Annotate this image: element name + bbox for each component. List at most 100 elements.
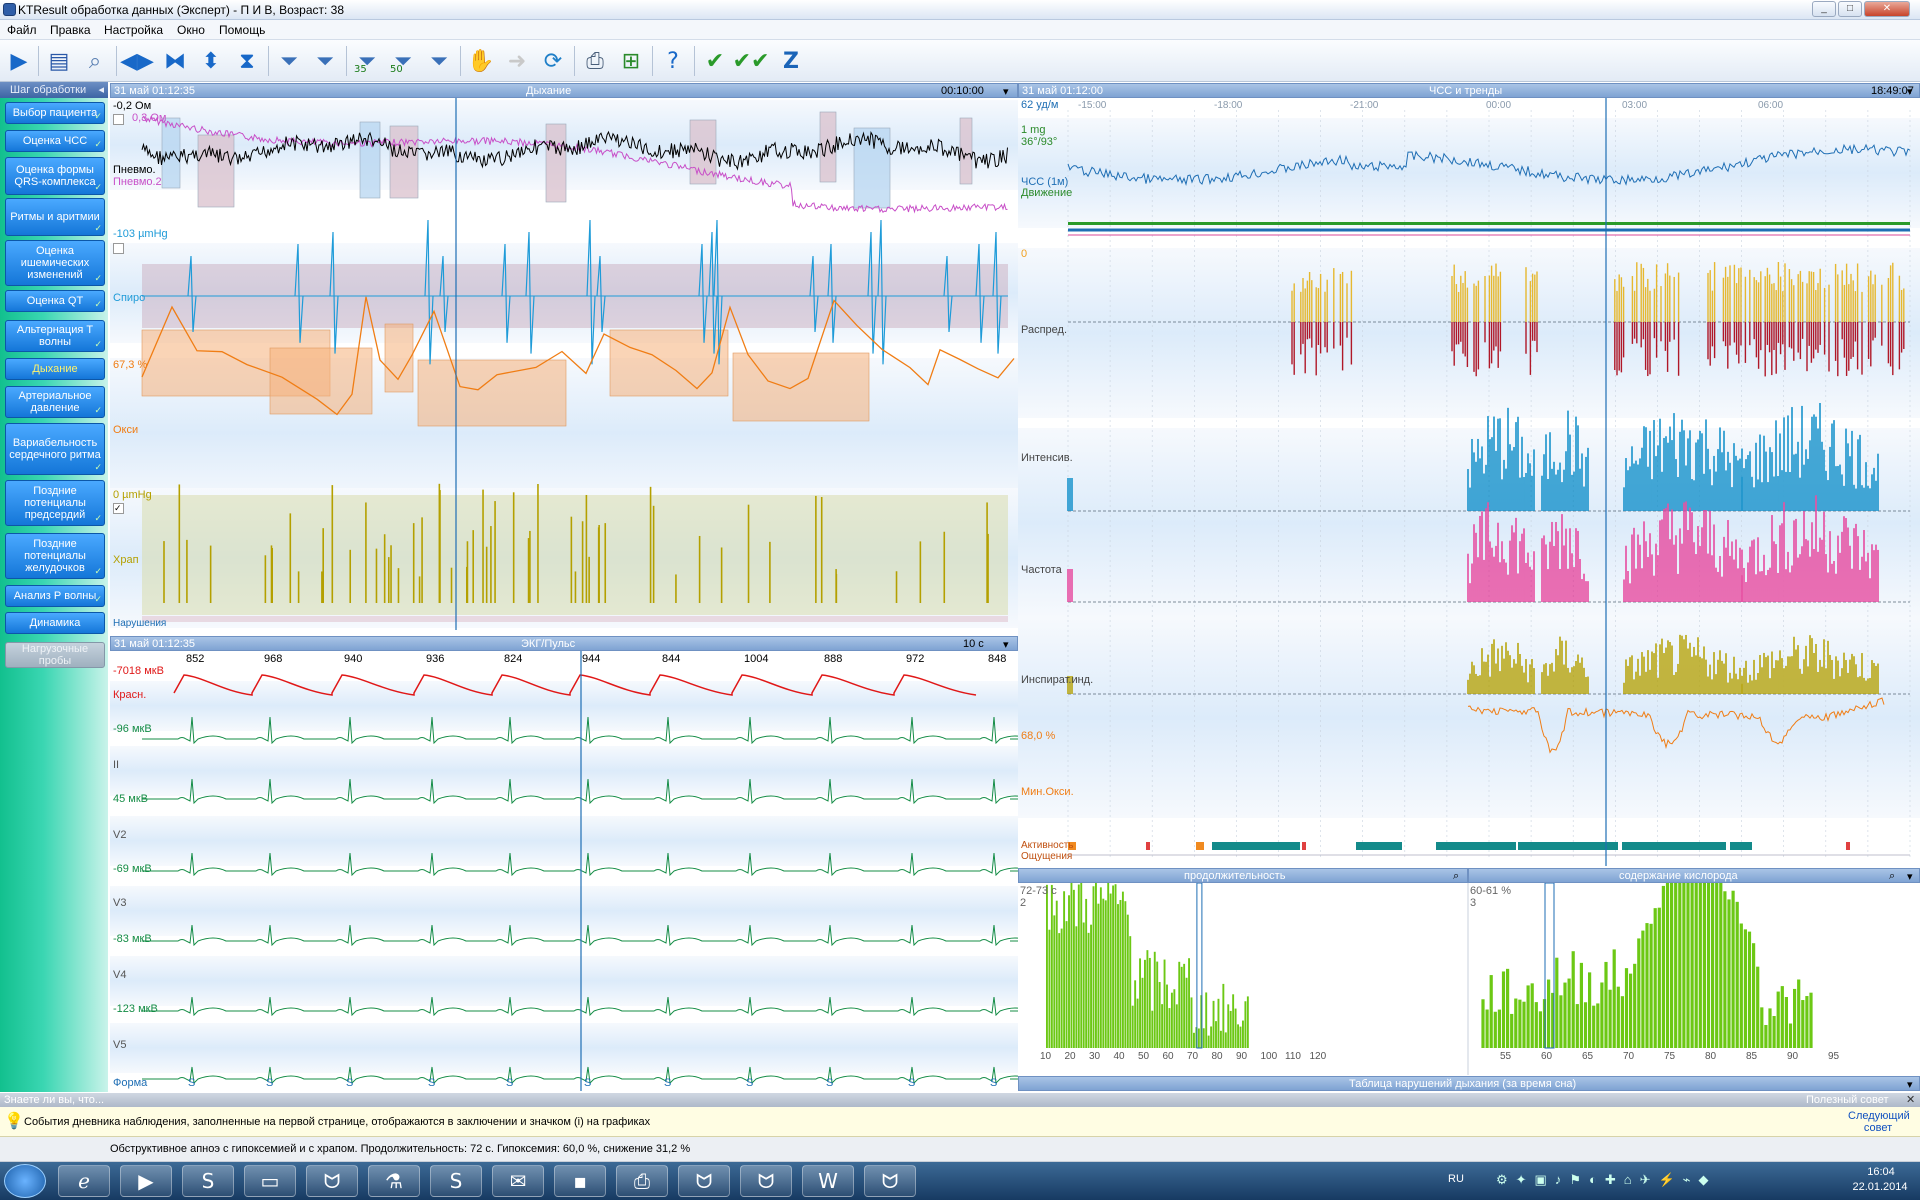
snore-checkbox[interactable]: ✓ — [113, 503, 124, 514]
double-check-icon[interactable]: ✔✔ — [733, 46, 770, 76]
help-icon[interactable]: ? — [658, 46, 688, 76]
scanner-icon[interactable]: ⎙ — [616, 1165, 668, 1197]
skype-icon[interactable]: S — [182, 1165, 234, 1197]
ktresult-icon[interactable]: ᗢ — [678, 1165, 730, 1197]
ktresult-icon[interactable]: ᗢ — [740, 1165, 792, 1197]
oxy-scale: 67,3 % — [113, 359, 148, 371]
minimize-button[interactable]: _ — [1812, 1, 1836, 17]
dropdown-icon[interactable]: ▾ — [1907, 870, 1913, 883]
beat-form-mark: S — [428, 1077, 436, 1089]
lead-scale: -69 мкВ — [113, 863, 152, 875]
book-icon[interactable]: ▤ — [44, 46, 74, 76]
spiro-checkbox[interactable] — [113, 243, 124, 254]
dropdown-icon[interactable]: ▾ — [1907, 85, 1913, 98]
oxygen-bar — [1649, 923, 1653, 1048]
maximize-button[interactable]: □ — [1838, 1, 1862, 17]
duration-range: 72-73 с — [1020, 885, 1057, 897]
skype-icon[interactable]: S — [430, 1165, 482, 1197]
dropdown-icon[interactable]: ▾ — [1003, 638, 1009, 651]
play-icon[interactable]: ▶ — [4, 46, 34, 76]
step-11-button[interactable]: Поздние потенциалы предсердий ✓ — [5, 480, 105, 526]
step-14-button[interactable]: Динамика — [5, 612, 105, 634]
menu-help[interactable]: Помощь — [219, 23, 265, 37]
duration-count: 2 — [1020, 897, 1027, 909]
thunderbird-icon[interactable]: ✉ — [492, 1165, 544, 1197]
step-5-button[interactable]: Оценка ишемических изменений ✓ — [5, 240, 105, 286]
step-13-button[interactable]: Анализ Р волны ✓ — [5, 585, 105, 607]
step-8-button[interactable]: Дыхание — [5, 358, 105, 380]
step-10-button[interactable]: Вариабельность сердечного ритма ✓ — [5, 423, 105, 475]
snore-scale: 0 µmHg — [113, 489, 152, 501]
step-12-button[interactable]: Поздние потенциалы желудочков ✓ — [5, 533, 105, 579]
start-button[interactable] — [4, 1164, 46, 1198]
breath-plot[interactable]: -0,2 Ом 0,3 Ом Пневмо. Пневмо.2 -103 µmH… — [110, 98, 1018, 630]
breath-duration[interactable]: 00:10:00 — [941, 85, 984, 97]
next-tip-link[interactable]: Следующий совет — [1848, 1110, 1910, 1134]
filter-35-icon[interactable]: ⏷ 35 — [352, 46, 382, 76]
menu-window[interactable]: Окно — [177, 23, 205, 37]
lead-name: II — [113, 759, 120, 771]
ecg-duration[interactable]: 10 с — [963, 638, 984, 650]
close-icon[interactable]: ✕ — [1906, 1093, 1915, 1106]
hourglass-icon[interactable]: ⧗ — [232, 46, 262, 76]
filter-icon[interactable]: ⏷ — [274, 46, 304, 76]
dropdown-icon[interactable]: ▾ — [1003, 85, 1009, 98]
filter-50-icon[interactable]: ⏷ 50 — [388, 46, 418, 76]
zoom-icon[interactable]: ⌕ — [80, 46, 110, 76]
table-header[interactable]: Таблица нарушений дыхания (за время сна)… — [1018, 1076, 1920, 1091]
zoom-icon[interactable]: ⌕ — [1889, 870, 1895, 883]
step-7-button[interactable]: Альтернация Т волны ✓ — [5, 320, 105, 352]
tray-icons[interactable]: ⚙✦▣♪⚑◐✚⌂✈⚡⌁◆ — [1496, 1172, 1716, 1188]
collapse-icon[interactable]: ◂ — [98, 83, 104, 96]
explorer-icon[interactable]: ▭ — [244, 1165, 296, 1197]
z-icon[interactable]: Z — [776, 46, 806, 76]
filter-icon[interactable]: ⏷ — [424, 46, 454, 76]
done-check-icon: ✓ — [94, 111, 102, 121]
arrow-icon[interactable]: ➜ — [502, 46, 532, 76]
hypoxemia-box — [384, 323, 414, 393]
ktresult-icon[interactable]: ᗢ — [306, 1165, 358, 1197]
bowtie-icon[interactable]: ⧓ — [160, 46, 190, 76]
menu-file[interactable]: Файл — [7, 23, 37, 37]
oxygen-bar — [1706, 883, 1711, 1048]
duration-bar — [1055, 900, 1058, 1048]
ecg-plot[interactable]: 852 968 940 936 824 944 844 1004 888 972 848 -7018… — [110, 651, 1018, 1091]
step-2-button[interactable]: Оценка ЧСС ✓ — [5, 130, 105, 152]
left-right-icon[interactable]: ◀▶ — [120, 46, 154, 76]
media-player-icon[interactable]: ▶ — [120, 1165, 172, 1197]
duration-bar — [1219, 1030, 1222, 1048]
refresh-icon[interactable]: ⟳ — [538, 46, 568, 76]
dropdown-icon[interactable]: ▾ — [1907, 1078, 1913, 1091]
oxygen-bar — [1637, 938, 1641, 1048]
word-icon[interactable]: W — [802, 1165, 854, 1197]
duration-bar — [1237, 1024, 1239, 1048]
hand-icon[interactable]: ✋ — [466, 46, 496, 76]
ktresult-icon[interactable]: ᗢ — [864, 1165, 916, 1197]
ie-icon[interactable]: ℯ — [58, 1165, 110, 1197]
print-icon[interactable]: ⎙ — [580, 46, 610, 76]
step-9-button[interactable]: Артериальное давление ✓ — [5, 386, 105, 418]
trend-plot[interactable]: -15:00 -18:00 -21:00 00:00 03:00 06:00 62 уд/… — [1018, 98, 1920, 866]
step-6-button[interactable]: Оценка QT ✓ — [5, 290, 105, 312]
pneumo-checkbox[interactable] — [113, 114, 124, 125]
menu-settings[interactable]: Настройка — [104, 23, 163, 37]
close-button[interactable]: ✕ — [1864, 1, 1910, 17]
language-indicator[interactable]: RU — [1448, 1173, 1464, 1185]
step-3-button[interactable]: Оценка формы QRS-комплекса ✓ — [5, 157, 105, 195]
duration-bar — [1119, 900, 1122, 1048]
save-icon[interactable]: ▪ — [554, 1165, 606, 1197]
step-1-button[interactable]: Выбор пациента ✓ — [5, 102, 105, 124]
ecg-signals — [142, 651, 1018, 1091]
step-4-button[interactable]: Ритмы и аритмии ✓ — [5, 198, 105, 236]
filter-icon[interactable]: ⏷ — [310, 46, 340, 76]
histogram-area[interactable]: 72-73 с 2 60-61 % 3 10 20 30 40 50 60 70 80 90 10… — [1018, 883, 1920, 1075]
zoom-icon[interactable]: ⌕ — [1453, 870, 1459, 883]
tools-icon[interactable]: ⚗ — [368, 1165, 420, 1197]
oxygen-bar — [1768, 1008, 1772, 1048]
step-label: Вариабельность сердечного ритма — [9, 437, 101, 461]
inspir-label: Инспират.инд. — [1021, 674, 1094, 686]
menu-edit[interactable]: Правка — [50, 23, 91, 37]
add-page-icon[interactable]: ⊞ — [616, 46, 646, 76]
up-down-icon[interactable]: ⬍ — [196, 46, 226, 76]
check-icon[interactable]: ✔ — [700, 46, 730, 76]
